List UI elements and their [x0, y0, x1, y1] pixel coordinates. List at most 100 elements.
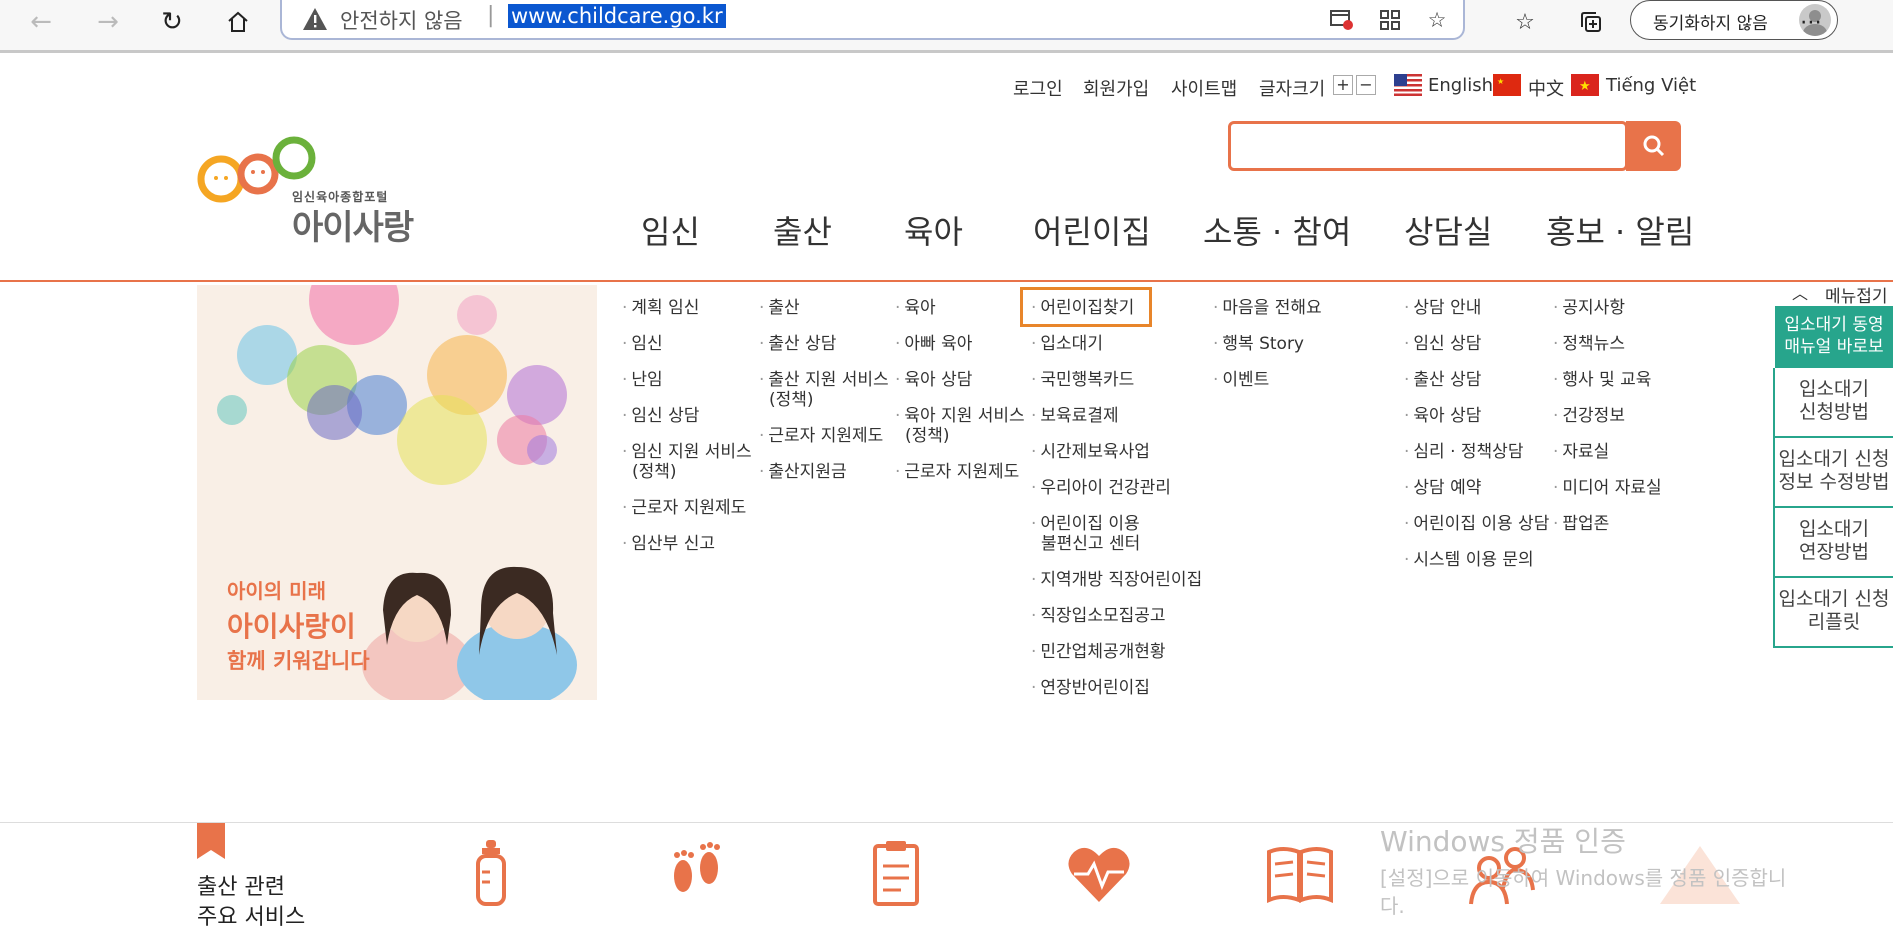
submenu-item[interactable]: · 임신 상담: [622, 406, 699, 426]
nav-community[interactable]: 소통 · 참여: [1203, 207, 1351, 253]
quick-item[interactable]: 입소대기 신청방법: [1773, 368, 1893, 438]
banner-line1: 아이의 미래: [227, 579, 326, 603]
submenu-item[interactable]: · 출산 상담: [759, 334, 836, 354]
lang-vietnamese[interactable]: Tiếng Việt: [1606, 75, 1696, 96]
submenu-item[interactable]: · 육아 상담: [895, 370, 972, 390]
join-link[interactable]: 회원가입: [1083, 75, 1149, 101]
submenu-item[interactable]: · 마음을 전해요: [1213, 298, 1322, 318]
submenu-item[interactable]: · 출산지원금: [759, 462, 847, 482]
submenu-item[interactable]: · 출산 지원 서비스 (정책): [759, 370, 889, 410]
url-text[interactable]: www.childcare.go.kr: [508, 4, 726, 28]
quick-item[interactable]: 입소대기 연장방법: [1773, 508, 1893, 578]
more-options-icon[interactable]: ⋯: [1793, 4, 1829, 40]
submenu-item[interactable]: · 임신 상담: [1404, 334, 1481, 354]
submenu-item[interactable]: · 민간업체공개현황: [1031, 642, 1166, 662]
submenu-item[interactable]: · 공지사항: [1553, 298, 1625, 318]
submenu-item[interactable]: · 근로자 지원제도: [895, 462, 1019, 482]
submenu-item[interactable]: · 임산부 신고: [622, 534, 715, 554]
open-book-icon[interactable]: [1265, 838, 1335, 908]
clipboard-icon[interactable]: [861, 838, 931, 908]
tracking-blocked-icon[interactable]: [1327, 5, 1357, 35]
banner-line2: 아이사랑이: [227, 610, 356, 643]
address-bar[interactable]: 안전하지 않음 | www.childcare.go.kr ☆: [280, 0, 1465, 40]
submenu-item[interactable]: · 연장반어린이집: [1031, 678, 1150, 698]
submenu-item[interactable]: · 근로자 지원제도: [622, 498, 746, 518]
submenu-item[interactable]: · 보육료결제: [1031, 406, 1119, 426]
submenu-item[interactable]: · 팝업존: [1553, 514, 1609, 534]
submenu-item[interactable]: · 입소대기: [1031, 334, 1103, 354]
submenu-item[interactable]: · 건강정보: [1553, 406, 1625, 426]
bookmark-icon: [197, 823, 225, 859]
site-logo[interactable]: 임신육아종합포털 아이사랑: [196, 134, 426, 248]
search-button[interactable]: [1626, 121, 1681, 171]
submenu-item[interactable]: · 심리 · 정책상담: [1404, 442, 1523, 462]
submenu-item[interactable]: · 육아 지원 서비스 (정책): [895, 406, 1025, 446]
submenu-item[interactable]: · 자료실: [1553, 442, 1609, 462]
submenu-item[interactable]: · 미디어 자료실: [1553, 478, 1662, 498]
collapse-menu-button[interactable]: ︿ 메뉴접기: [1772, 280, 1893, 307]
submenu-item[interactable]: · 시스템 이용 문의: [1404, 550, 1534, 570]
submenu-item[interactable]: · 임신 지원 서비스 (정책): [622, 442, 752, 482]
us-flag-icon[interactable]: [1394, 74, 1422, 96]
submenu-item[interactable]: · 육아 상담: [1404, 406, 1481, 426]
promo-banner[interactable]: 아이의 미래 아이사랑이 함께 키워갑니다: [197, 285, 597, 700]
fontsize-minus-button[interactable]: −: [1356, 75, 1376, 95]
fontsize-plus-button[interactable]: +: [1333, 75, 1353, 95]
lang-chinese[interactable]: 中文: [1528, 75, 1564, 101]
submenu-item[interactable]: · 이벤트: [1213, 370, 1269, 390]
submenu-item[interactable]: · 출산 상담: [1404, 370, 1481, 390]
submenu-item[interactable]: · 시간제보육사업: [1031, 442, 1150, 462]
submenu-item[interactable]: · 어린이집 이용 상담: [1404, 514, 1549, 534]
submenu-item[interactable]: · 근로자 지원제도: [759, 426, 883, 446]
lang-english[interactable]: English: [1428, 75, 1493, 96]
collections-icon[interactable]: [1573, 4, 1609, 40]
submenu-item[interactable]: · 상담 예약: [1404, 478, 1481, 498]
browser-toolbar: ← → ↻ 안전하지 않음 | www.childcare.go.kr ☆ ☆ …: [0, 0, 1893, 53]
home-icon[interactable]: [220, 4, 256, 40]
vietnam-flag-icon[interactable]: ★: [1571, 74, 1599, 96]
submenu-item[interactable]: · 행복 Story: [1213, 334, 1304, 354]
submenu-item[interactable]: · 육아: [895, 298, 936, 318]
submenu-item[interactable]: · 어린이집 이용 불편신고 센터: [1031, 514, 1140, 554]
china-flag-icon[interactable]: ★: [1493, 74, 1521, 96]
nav-pregnancy[interactable]: 임신: [641, 207, 700, 253]
favorites-icon[interactable]: ☆: [1507, 4, 1543, 40]
insecure-label: 안전하지 않음: [340, 9, 463, 33]
add-favorite-icon[interactable]: ☆: [1422, 5, 1452, 35]
forward-arrow-icon[interactable]: →: [90, 4, 126, 40]
heart-pulse-icon[interactable]: [1064, 838, 1134, 908]
nav-birth[interactable]: 출산: [773, 207, 832, 253]
submenu-item[interactable]: · 지역개방 직장어린이집: [1031, 570, 1202, 590]
login-link[interactable]: 로그인: [1013, 75, 1063, 101]
search-input[interactable]: [1228, 121, 1628, 171]
nav-counsel[interactable]: 상담실: [1404, 207, 1492, 253]
nav-daycare[interactable]: 어린이집: [1033, 207, 1151, 253]
nav-parenting[interactable]: 육아: [904, 207, 963, 253]
submenu-item[interactable]: · 행사 및 교육: [1553, 370, 1651, 390]
quick-item[interactable]: 입소대기 신청 정보 수정방법: [1773, 438, 1893, 508]
quick-item[interactable]: 입소대기 신청 리플릿: [1773, 578, 1893, 648]
submenu-item[interactable]: · 직장입소모집공고: [1031, 606, 1166, 626]
sitemap-link[interactable]: 사이트맵: [1171, 75, 1237, 101]
address-separator: |: [487, 3, 495, 28]
services-title: 출산 관련 주요 서비스: [197, 875, 306, 930]
submenu-item[interactable]: · 국민행복카드: [1031, 370, 1134, 390]
baby-bottle-icon[interactable]: [456, 838, 526, 908]
submenu-item[interactable]: · 우리아이 건강관리: [1031, 478, 1171, 498]
refresh-icon[interactable]: ↻: [154, 4, 190, 40]
submenu-item[interactable]: · 계획 임신: [622, 298, 699, 318]
submenu-item[interactable]: · 임신: [622, 334, 663, 354]
nav-pr[interactable]: 홍보 · 알림: [1546, 207, 1694, 253]
submenu-item-daycare-search[interactable]: · 어린이집찾기: [1031, 298, 1134, 318]
warning-icon: [303, 8, 327, 30]
search-icon: [1643, 135, 1664, 157]
footprints-icon[interactable]: [661, 838, 731, 908]
back-arrow-icon[interactable]: ←: [23, 4, 59, 40]
submenu-item[interactable]: · 상담 안내: [1404, 298, 1481, 318]
quick-video-manual[interactable]: 입소대기 동영 매뉴얼 바로보: [1775, 306, 1893, 368]
submenu-item[interactable]: · 난임: [622, 370, 663, 390]
submenu-item[interactable]: · 출산: [759, 298, 800, 318]
submenu-item[interactable]: · 아빠 육아: [895, 334, 972, 354]
submenu-item[interactable]: · 정책뉴스: [1553, 334, 1625, 354]
app-available-icon[interactable]: [1375, 5, 1405, 35]
